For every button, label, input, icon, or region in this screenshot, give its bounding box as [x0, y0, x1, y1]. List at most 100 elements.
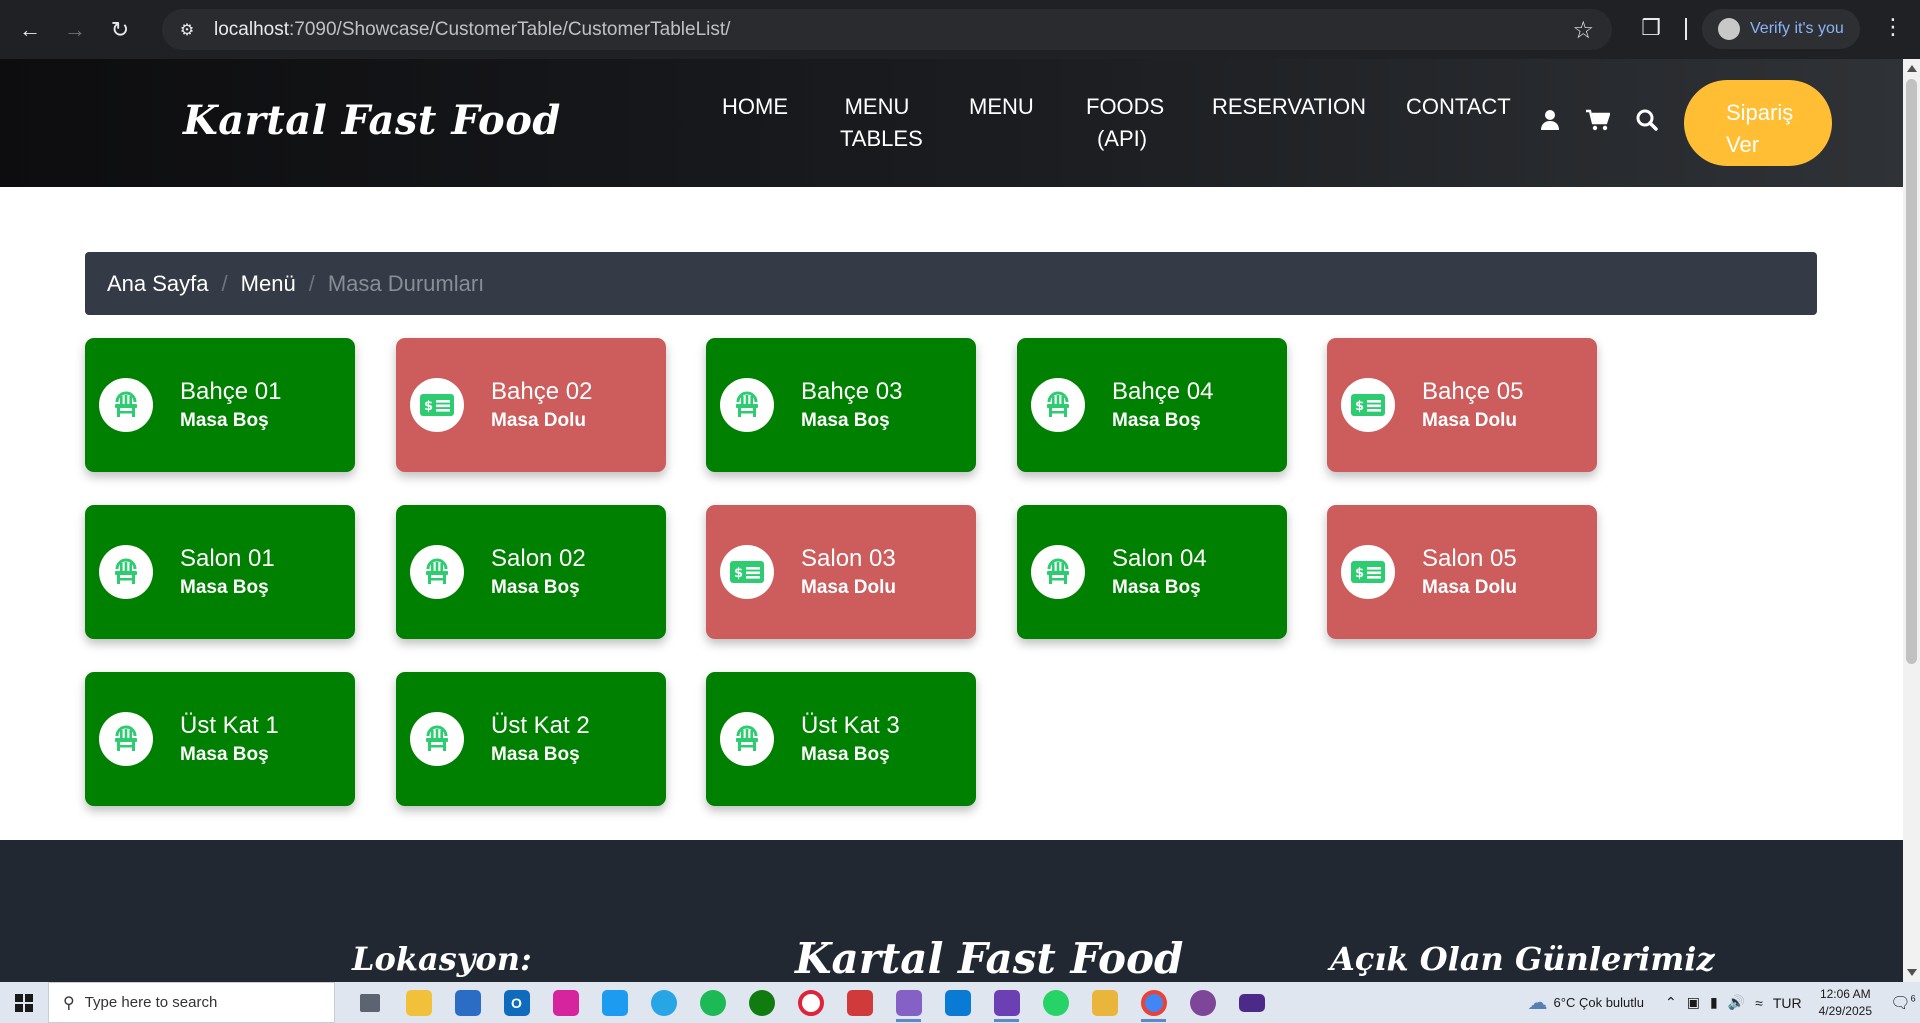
- visual-studio-2-icon[interactable]: [982, 982, 1031, 1023]
- task-view-icon[interactable]: [345, 982, 394, 1023]
- notification-center-icon[interactable]: 🗨6: [1886, 993, 1920, 1013]
- start-button[interactable]: [0, 982, 48, 1023]
- scroll-down-arrow[interactable]: [1907, 969, 1917, 976]
- scroll-thumb[interactable]: [1906, 79, 1917, 664]
- battery-icon[interactable]: ▮: [1710, 994, 1718, 1011]
- table-card[interactable]: $ Salon 05 Masa Dolu: [1327, 505, 1597, 639]
- footer-open-days-title: Açık Olan Günlerimiz: [1330, 940, 1715, 978]
- nav-contact[interactable]: CONTACT: [1406, 91, 1511, 123]
- table-status: Masa Boş: [180, 410, 269, 431]
- table-card[interactable]: Bahçe 03 Masa Boş: [706, 338, 976, 472]
- cart-icon[interactable]: [1586, 109, 1611, 137]
- breadcrumb-home[interactable]: Ana Sayfa: [107, 271, 209, 297]
- breadcrumb-separator: /: [221, 270, 228, 296]
- visual-studio-icon[interactable]: [884, 982, 933, 1023]
- snipping-tool-icon[interactable]: [1080, 982, 1129, 1023]
- toolbox-icon[interactable]: [835, 982, 884, 1023]
- site-info-icon[interactable]: ⚙: [172, 15, 202, 45]
- table-status: Masa Dolu: [1422, 410, 1518, 431]
- table-card[interactable]: Üst Kat 2 Masa Boş: [396, 672, 666, 806]
- nav-reservation[interactable]: RESERVATION: [1212, 91, 1366, 123]
- page-scrollbar[interactable]: [1903, 59, 1920, 982]
- reload-button[interactable]: ↻: [105, 15, 135, 45]
- table-name: Salon 03: [801, 545, 896, 572]
- profile-label: Verify it's you: [1750, 20, 1844, 37]
- table-card[interactable]: $ Bahçe 05 Masa Dolu: [1327, 338, 1597, 472]
- network-icon[interactable]: ▣: [1687, 994, 1700, 1011]
- instagram-icon[interactable]: [541, 982, 590, 1023]
- search-icon[interactable]: [1636, 109, 1658, 137]
- volume-icon[interactable]: 🔊: [1728, 994, 1745, 1011]
- avatar: [1718, 18, 1740, 40]
- nav-foods-api[interactable]: FOODS (API): [1086, 91, 1164, 155]
- breadcrumb-menu[interactable]: Menü: [241, 271, 296, 297]
- table-card[interactable]: Salon 01 Masa Boş: [85, 505, 355, 639]
- extensions-icon[interactable]: ❒: [1636, 13, 1666, 43]
- table-name: Salon 04: [1112, 545, 1207, 572]
- table-name: Bahçe 03: [801, 378, 903, 405]
- address-bar[interactable]: ⚙ localhost:7090/Showcase/CustomerTable/…: [162, 9, 1612, 50]
- site-header: Kartal Fast Food HOME MENU TABLES MENU F…: [0, 59, 1903, 187]
- url-text[interactable]: localhost:7090/Showcase/CustomerTable/Cu…: [214, 19, 730, 41]
- weather-widget[interactable]: ☁ 6°C Çok bulutlu: [1528, 990, 1644, 1015]
- system-tray: ☁ 6°C Çok bulutlu ⌃ ▣ ▮ 🔊 ≈ TUR 12:06 AM…: [1528, 982, 1920, 1023]
- scroll-up-arrow[interactable]: [1907, 65, 1917, 72]
- taskbar-search[interactable]: ⚲ Type here to search: [48, 982, 335, 1023]
- table-status: Masa Boş: [491, 577, 580, 598]
- table-card[interactable]: Bahçe 04 Masa Boş: [1017, 338, 1287, 472]
- wifi-icon[interactable]: ≈: [1755, 995, 1763, 1011]
- spotify-icon[interactable]: [688, 982, 737, 1023]
- table-status: Masa Boş: [801, 410, 890, 431]
- user-icon[interactable]: [1541, 109, 1559, 137]
- tor-browser-icon[interactable]: [1178, 982, 1227, 1023]
- forward-button[interactable]: →: [60, 15, 90, 45]
- back-button[interactable]: ←: [15, 15, 45, 45]
- table-card[interactable]: Salon 04 Masa Boş: [1017, 505, 1287, 639]
- chevron-up-icon[interactable]: ⌃: [1665, 994, 1677, 1011]
- telegram-icon[interactable]: [639, 982, 688, 1023]
- nav-menu[interactable]: MENU: [969, 91, 1034, 123]
- taskbar-search-placeholder: Type here to search: [84, 994, 218, 1011]
- twitter-icon[interactable]: [590, 982, 639, 1023]
- table-card[interactable]: $ Salon 03 Masa Dolu: [706, 505, 976, 639]
- toolbar-divider: [1685, 18, 1687, 40]
- table-status: Masa Boş: [491, 744, 580, 765]
- svg-text:$: $: [734, 566, 743, 581]
- site-logo[interactable]: Kartal Fast Food: [183, 97, 561, 144]
- vscode-icon[interactable]: [933, 982, 982, 1023]
- notification-count: 6: [1910, 993, 1916, 1004]
- whatsapp-icon[interactable]: [1031, 982, 1080, 1023]
- nav-home[interactable]: HOME: [722, 91, 788, 123]
- outlook-icon[interactable]: O: [492, 982, 541, 1023]
- breadcrumb-separator: /: [308, 270, 315, 296]
- bookmark-star-icon[interactable]: ☆: [1572, 16, 1594, 45]
- money-bill-icon: $: [1341, 378, 1395, 432]
- site-footer: Lokasyon: Kartal Fast Food Açık Olan Gün…: [0, 840, 1903, 982]
- clock[interactable]: 12:06 AM 4/29/2025: [1819, 986, 1872, 1020]
- chrome-icon[interactable]: [1129, 982, 1178, 1023]
- table-card[interactable]: Üst Kat 3 Masa Boş: [706, 672, 976, 806]
- svg-text:$: $: [1355, 566, 1364, 581]
- file-explorer-icon[interactable]: [394, 982, 443, 1023]
- chair-icon: [99, 712, 153, 766]
- table-name: Üst Kat 1: [180, 712, 279, 739]
- table-card[interactable]: Salon 02 Masa Boş: [396, 505, 666, 639]
- windows-taskbar: ⚲ Type here to search O ☁ 6°C Çok bulutl…: [0, 982, 1920, 1023]
- store-icon[interactable]: [443, 982, 492, 1023]
- opera-icon[interactable]: [786, 982, 835, 1023]
- table-card[interactable]: $ Bahçe 02 Masa Dolu: [396, 338, 666, 472]
- order-button[interactable]: Sipariş Ver: [1684, 80, 1832, 166]
- nav-menu-tables[interactable]: MENU TABLES: [840, 91, 923, 155]
- table-card[interactable]: Bahçe 01 Masa Boş: [85, 338, 355, 472]
- chair-icon: [720, 378, 774, 432]
- chair-icon: [410, 545, 464, 599]
- profile-button[interactable]: Verify it's you: [1702, 9, 1860, 49]
- browser-menu-icon[interactable]: ⋮: [1878, 14, 1908, 40]
- xbox-icon[interactable]: [737, 982, 786, 1023]
- table-status: Masa Boş: [180, 744, 269, 765]
- table-card[interactable]: Üst Kat 1 Masa Boş: [85, 672, 355, 806]
- money-bill-icon: $: [1341, 545, 1395, 599]
- terminal-icon[interactable]: [1227, 982, 1276, 1023]
- tray-icons: ⌃ ▣ ▮ 🔊 ≈ TUR: [1660, 994, 1807, 1011]
- language-indicator[interactable]: TUR: [1773, 995, 1802, 1011]
